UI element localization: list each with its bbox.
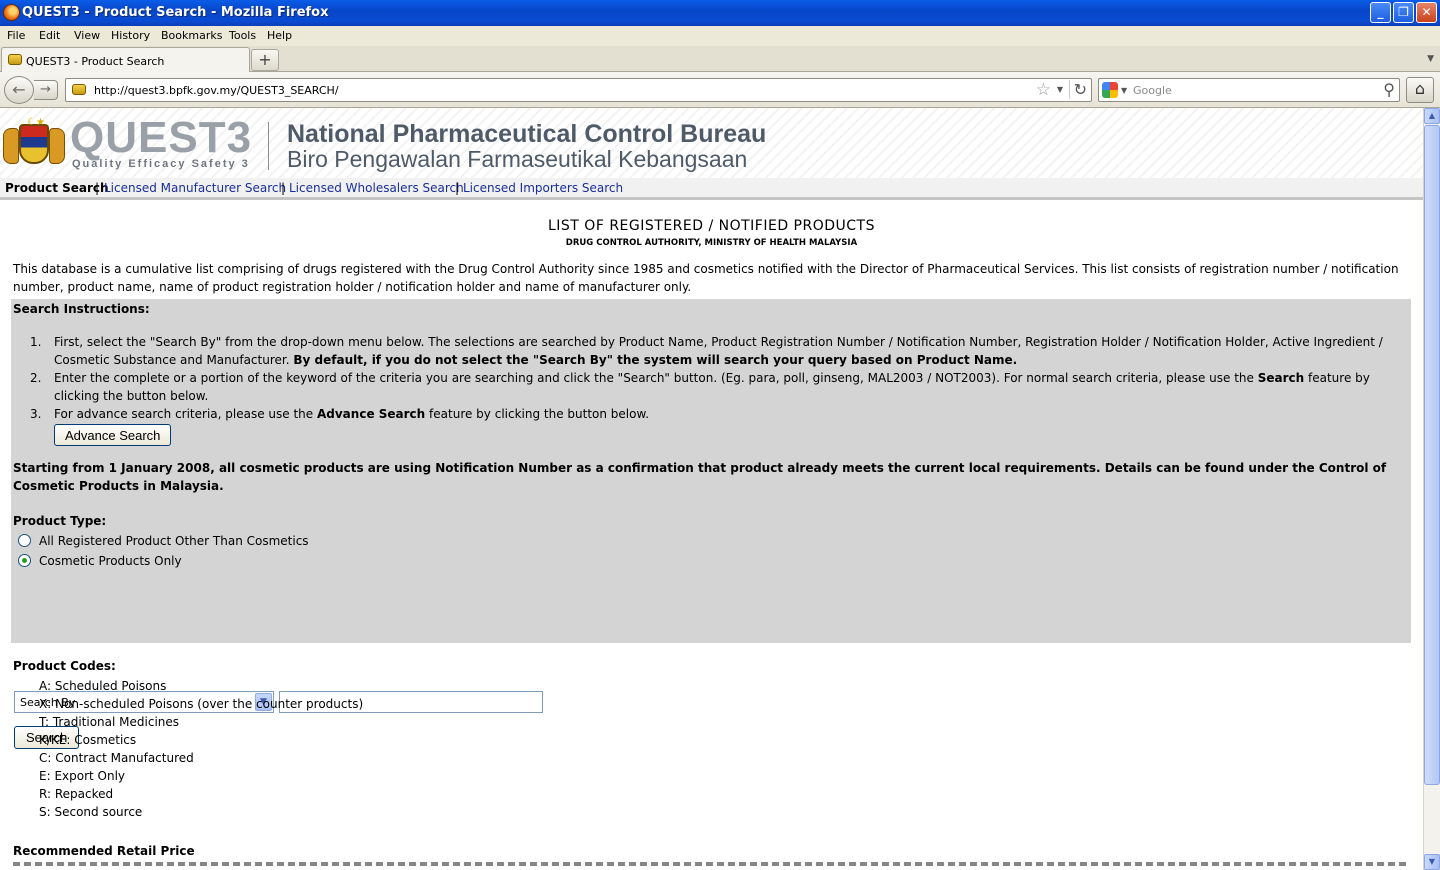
retail-price-title: Recommended Retail Price — [13, 844, 195, 858]
search-panel: Search Instructions: 1. First, select th… — [11, 299, 1411, 749]
product-code-item: R: Repacked — [39, 787, 114, 801]
instructions-title: Search Instructions: — [13, 302, 150, 316]
instruction-text: feature by clicking the button below. — [429, 407, 650, 421]
instruction-item: 1. First, select the "Search By" from th… — [30, 335, 1383, 367]
product-code-item: X: Non-scheduled Poisons (over the count… — [39, 697, 364, 711]
product-code-item: T: Traditional Medicines — [39, 715, 180, 729]
instruction-emphasis: By default, if you do not select the "Se… — [293, 353, 1018, 367]
menu-help[interactable]: Help — [267, 29, 292, 42]
malaysia-coat-of-arms-icon: ☾★ — [3, 118, 65, 173]
advance-search-button[interactable]: Advance Search — [54, 424, 172, 446]
firefox-icon[interactable] — [3, 4, 20, 21]
instruction-emphasis: Advance Search — [316, 407, 426, 421]
engine-dropdown-icon[interactable]: ▼ — [1121, 86, 1127, 95]
window-title-bar: QUEST3 - Product Search - Mozilla Firefo… — [0, 0, 1440, 26]
nav-licensed-manufacturer-search[interactable]: Licensed Manufacturer Search — [104, 181, 286, 195]
vertical-scrollbar[interactable]: ▲ ▼ — [1423, 108, 1440, 870]
radio-label[interactable]: Cosmetic Products Only — [39, 554, 182, 568]
cosmetics-notice: Starting from 1 January 2008, all cosmet… — [13, 461, 1387, 493]
instructions-list: 1. First, select the "Search By" from th… — [30, 333, 1404, 423]
radio-button[interactable] — [18, 534, 31, 547]
url-text[interactable]: http://quest3.bpfk.gov.my/QUEST3_SEARCH/ — [94, 84, 339, 97]
scroll-up-arrow-icon[interactable]: ▲ — [1424, 108, 1440, 124]
nav-separator: | — [455, 181, 460, 195]
menu-file[interactable]: File — [7, 29, 25, 42]
new-tab-button[interactable]: + — [251, 49, 279, 71]
instruction-item: 2. Enter the complete or a portion of th… — [30, 371, 1370, 403]
forward-button[interactable]: → — [34, 80, 58, 100]
back-forward-group: ← → — [4, 76, 58, 104]
url-history-dropdown-icon[interactable]: ▼ — [1057, 85, 1063, 94]
product-type-option[interactable]: All Registered Product Other Than Cosmet… — [18, 534, 309, 548]
menu-bookmarks[interactable]: Bookmarks — [161, 29, 222, 42]
product-type-label: Product Type: — [13, 514, 107, 528]
page-content: ☾★ QUEST3 Quality Efficacy Safety 3 Nati… — [0, 108, 1423, 870]
menu-view[interactable]: View — [74, 29, 100, 42]
retail-price-text-cut-off — [13, 862, 1408, 866]
nav-separator: | — [281, 181, 286, 195]
maximize-button[interactable]: ❐ — [1393, 2, 1414, 23]
site-identity-icon[interactable] — [72, 84, 86, 95]
product-code-item: K/KE: Cosmetics — [39, 733, 137, 747]
radio-button[interactable] — [18, 554, 31, 567]
back-button[interactable]: ← — [4, 76, 34, 104]
product-code-item: C: Contract Manufactured — [39, 751, 194, 765]
nav-product-search[interactable]: Product Search — [5, 181, 109, 195]
instruction-emphasis: Search — [1257, 371, 1305, 385]
instruction-item: 3. For advance search criteria, please u… — [30, 407, 650, 421]
site-header: ☾★ QUEST3 Quality Efficacy Safety 3 Nati… — [0, 108, 1423, 178]
address-bar[interactable]: http://quest3.bpfk.gov.my/QUEST3_SEARCH/… — [65, 78, 1092, 102]
nav-licensed-wholesalers-search[interactable]: Licensed Wholesalers Search — [289, 181, 464, 195]
product-type-option[interactable]: Cosmetic Products Only — [18, 554, 182, 568]
tab-quest3[interactable]: QUEST3 - Product Search — [1, 47, 250, 73]
quest3-tagline: Quality Efficacy Safety 3 — [72, 158, 250, 170]
scroll-down-arrow-icon[interactable]: ▼ — [1424, 854, 1440, 870]
product-code-item: S: Second source — [39, 805, 143, 819]
google-engine-icon[interactable] — [1102, 82, 1118, 98]
product-codes-title: Product Codes: — [13, 659, 116, 673]
menu-tools[interactable]: Tools — [229, 29, 256, 42]
nav-separator: | — [95, 181, 100, 195]
window-title: QUEST3 - Product Search - Mozilla Firefo… — [22, 5, 329, 20]
site-navigation: Product Search | Licensed Manufacturer S… — [0, 178, 1423, 200]
home-button[interactable]: ⌂ — [1406, 77, 1434, 103]
product-code-item: A: Scheduled Poisons — [39, 679, 167, 693]
quest3-logo: QUEST3 — [70, 113, 253, 162]
org-name-malay: Biro Pengawalan Farmaseutikal Kebangsaan — [287, 146, 748, 172]
reload-button[interactable]: ↻ — [1068, 80, 1087, 99]
instruction-text: For advance search criteria, please use … — [54, 407, 314, 421]
page-title: LIST OF REGISTERED / NOTIFIED PRODUCTS — [547, 218, 875, 234]
minimize-button[interactable]: _ — [1370, 2, 1391, 23]
bookmark-star-icon[interactable]: ☆ — [1036, 80, 1051, 100]
intro-paragraph: This database is a cumulative list compr… — [13, 262, 1399, 294]
radio-label[interactable]: All Registered Product Other Than Cosmet… — [39, 534, 309, 548]
site-favicon-icon — [8, 54, 22, 65]
tab-list-chevron-icon[interactable]: ▼ — [1427, 54, 1434, 64]
menu-edit[interactable]: Edit — [39, 29, 60, 42]
product-code-item: E: Export Only — [39, 769, 126, 783]
product-codes-list: A: Scheduled Poisons X: Non-scheduled Po… — [39, 677, 363, 821]
tab-label: QUEST3 - Product Search — [26, 55, 165, 68]
instruction-text: Enter the complete or a portion of the k… — [54, 371, 1254, 385]
web-search-box[interactable]: ▼ Google ⚲ — [1098, 78, 1400, 102]
search-placeholder[interactable]: Google — [1133, 84, 1172, 97]
nav-licensed-importers-search[interactable]: Licensed Importers Search — [463, 181, 623, 195]
page-subtitle: DRUG CONTROL AUTHORITY, MINISTRY OF HEAL… — [565, 238, 858, 248]
header-divider — [268, 122, 269, 170]
close-button[interactable]: ✕ — [1416, 2, 1437, 23]
search-magnifier-icon[interactable]: ⚲ — [1383, 80, 1395, 99]
scrollbar-thumb[interactable] — [1424, 125, 1440, 785]
menu-history[interactable]: History — [111, 29, 150, 42]
tab-strip: QUEST3 - Product Search + ▼ — [0, 46, 1440, 73]
navigation-toolbar: ← → http://quest3.bpfk.gov.my/QUEST3_SEA… — [0, 72, 1440, 108]
menu-bar: File Edit View History Bookmarks Tools H… — [0, 26, 1440, 46]
org-name-english: National Pharmaceutical Control Bureau — [287, 120, 767, 148]
